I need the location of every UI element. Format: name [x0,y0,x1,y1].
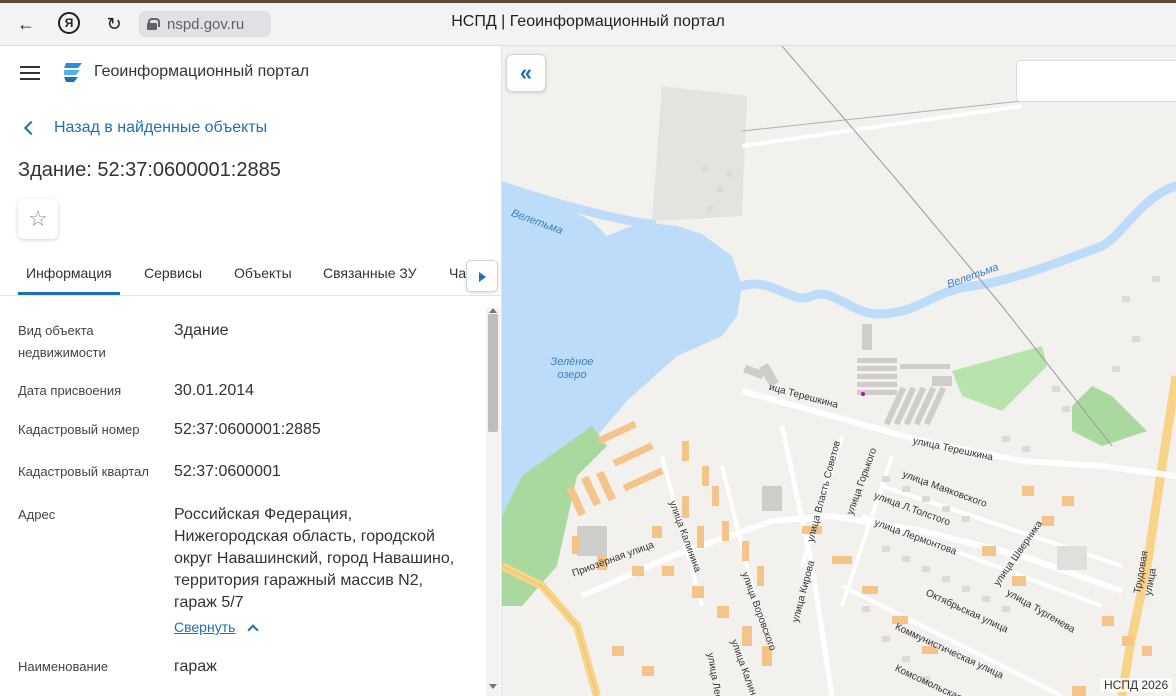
tabs-scroll-right-button[interactable] [466,260,498,292]
reload-icon[interactable]: ↻ [102,12,126,36]
back-arrow-icon[interactable]: ← [14,12,38,36]
favorite-star-icon[interactable]: ☆ [18,199,58,239]
scroll-down-icon[interactable] [489,684,497,689]
lock-icon [147,18,160,30]
yandex-button[interactable]: Я [58,12,80,34]
field-label: Адрес [18,507,56,522]
tab-bar: Информация Сервисы Объекты Связанные ЗУ … [0,258,501,296]
field-value: 30.01.2014 [174,382,255,399]
scroll-up-icon[interactable] [489,308,497,313]
portal-logo [64,63,82,82]
field-value: 52:37:0600001:2885 [174,421,321,438]
industrial-area [652,86,747,221]
field-label: Дата присвоения [18,383,122,398]
back-to-results-link[interactable]: Назад в найденные объекты [22,119,267,137]
chevron-up-icon[interactable] [247,624,259,636]
map-graphics [502,46,1176,696]
object-panel: Геоинформационный портал Назад в найденн… [0,46,502,696]
object-info: Вид объекта недвижимости Здание Дата при… [0,308,486,696]
map-search-box[interactable] [1016,60,1176,102]
map-copyright: НСПД 2026 [1100,678,1173,692]
field-value: Здание [174,322,229,339]
field-value: гараж [174,658,217,675]
tab-services[interactable]: Сервисы [144,265,202,281]
hamburger-icon[interactable] [20,66,40,80]
park-center [952,346,1047,411]
collapse-panel-button[interactable]: « [506,54,546,92]
tab-related-plots[interactable]: Связанные ЗУ [323,265,417,281]
window-top-edge [0,0,1176,3]
field-label: Наименование [18,659,109,674]
field-value: Российская Федерация, Нижегородская обла… [174,506,455,611]
chevron-left-icon [23,120,39,136]
back-link-label: Назад в найденные объекты [54,119,268,136]
field-label: Кадастровый квартал [18,464,149,479]
field-label: Кадастровый номер [18,422,140,437]
map-label-lake: Зелёное озеро [550,356,594,381]
portal-name: Геоинформационный портал [94,63,310,80]
park-east [1072,386,1147,446]
tab-information[interactable]: Информация [26,265,112,281]
tab-objects[interactable]: Объекты [234,265,292,281]
collapse-link[interactable]: Свернуть [174,619,235,635]
field-value: 52:37:0600001 [174,463,281,480]
browser-toolbar: ← Я ↻ nspd.gov.ru НСПД | Геоинформационн… [0,0,1176,46]
address-bar[interactable]: nspd.gov.ru [139,11,271,37]
scrollbar-thumb[interactable] [488,314,498,432]
map-canvas[interactable]: Велетьма Велетьма Зелёное озеро ица Тере… [502,46,1176,696]
active-tab-indicator [18,292,120,295]
selected-object-marker [861,392,865,396]
url-text: nspd.gov.ru [167,15,245,33]
field-label: Вид объекта недвижимости [18,323,106,360]
tab-partial[interactable]: Ча [449,265,466,281]
object-title: Здание: 52:37:0600001:2885 [18,159,281,181]
info-scrollbar[interactable] [486,308,500,696]
